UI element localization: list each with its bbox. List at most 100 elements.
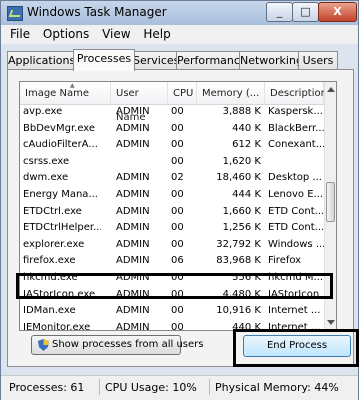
sort-arrow-icon: ▲ (70, 82, 75, 89)
row-user-name: ADMIN (116, 205, 150, 217)
row-user-name: ADMIN (116, 172, 150, 184)
table-row[interactable]: IDMan.exe ADMIN 00 10,916 K Internet ... (20, 304, 324, 321)
row-user-name: ADMIN (116, 139, 150, 151)
tab-processes[interactable]: Processes (73, 49, 135, 71)
row-memory: 1,620 K (222, 155, 261, 167)
window-title: Windows Task Manager (27, 5, 167, 19)
row-image-name: IDMan.exe (23, 305, 76, 317)
end-process-button[interactable]: End Process (243, 335, 351, 357)
row-cpu: 00 (171, 205, 184, 217)
table-row[interactable]: ETDCtrl.exe ADMIN 00 1,660 K ETD Cont... (20, 205, 324, 221)
status-bar: Processes: 61 CPU Usage: 10% Physical Me… (1, 375, 358, 400)
table-row[interactable]: cAudioFilterA... ADMIN 00 612 K Conexant... (20, 138, 324, 154)
menu-view[interactable]: View (102, 27, 130, 41)
column-description[interactable]: Description (265, 82, 327, 104)
row-description: Internet ... (268, 305, 321, 317)
scroll-down-icon[interactable] (327, 320, 335, 325)
column-memory[interactable]: Memory (... (197, 82, 265, 104)
row-image-name: csrss.exe (23, 155, 70, 167)
title-bar[interactable]: Windows Task Manager _ □ X (1, 1, 358, 25)
row-description: Kaspersk... (268, 106, 323, 117)
tab-users[interactable]: Users (298, 51, 338, 70)
table-row[interactable]: ETDCtrlHelper... ADMIN 00 1,256 K ETD Cont..… (20, 221, 324, 237)
table-row[interactable]: explorer.exe ADMIN 00 32,792 K Windows ... (20, 238, 324, 254)
row-cpu: 00 (171, 321, 184, 331)
column-header-row: ▲ Image Name User Name CPU Memory (... D… (20, 82, 327, 123)
menu-help[interactable]: Help (143, 27, 170, 41)
table-row[interactable]: BbDevMgr.exe ADMIN 00 440 K BlackBerr... (20, 122, 324, 138)
scroll-up-icon[interactable] (327, 87, 335, 92)
menu-options[interactable]: Options (43, 27, 89, 41)
uac-shield-icon (38, 339, 49, 351)
row-memory: 612 K (232, 139, 261, 151)
row-image-name: firefox.exe (23, 255, 76, 267)
show-all-processes-button[interactable]: Show processes from all users (31, 335, 203, 355)
close-button[interactable]: X (318, 2, 357, 22)
row-image-name: dwm.exe (23, 172, 69, 184)
column-image-name-label: Image Name (25, 88, 89, 99)
row-description: Conexant... (268, 139, 324, 151)
row-memory: 1,256 K (222, 222, 261, 234)
row-memory: 1,660 K (222, 205, 261, 217)
row-description: ETD Cont... (268, 222, 324, 234)
row-user-name: ADMIN (116, 222, 150, 234)
row-cpu: 00 (171, 238, 184, 250)
column-image-name[interactable]: ▲ Image Name (20, 82, 111, 104)
row-cpu: 00 (171, 222, 184, 234)
row-user-name: ADMIN (116, 106, 150, 117)
tab-performance[interactable]: Performance (176, 51, 247, 70)
row-user-name: ADMIN (116, 238, 150, 250)
highlight-box-idman (16, 273, 333, 299)
row-memory: 10,916 K (216, 305, 261, 317)
status-divider (99, 379, 100, 395)
status-processes: Processes: 61 (9, 381, 85, 394)
tab-networking[interactable]: Networking (239, 51, 303, 70)
row-image-name: cAudioFilterA... (23, 139, 98, 151)
row-cpu: 00 (171, 139, 184, 151)
tab-services[interactable]: Services (132, 51, 179, 70)
show-all-processes-label: Show processes from all users (52, 339, 204, 350)
scroll-thumb[interactable] (326, 182, 335, 222)
row-memory: 444 K (232, 189, 261, 200)
menu-file[interactable]: File (10, 27, 30, 41)
minimize-button[interactable]: _ (266, 2, 293, 22)
table-row[interactable]: Energy Mana... ADMIN 00 444 K Lenovo E... (20, 188, 324, 204)
task-manager-icon (7, 6, 23, 21)
column-user-name[interactable]: User Name (111, 82, 168, 123)
row-memory: 3,888 K (222, 106, 261, 117)
row-image-name: Energy Mana... (23, 189, 98, 200)
row-cpu: 00 (171, 305, 184, 317)
row-user-name: ADMIN (116, 321, 150, 331)
row-cpu: 00 (171, 189, 184, 200)
tab-applications[interactable]: Applications (7, 51, 76, 70)
table-row[interactable]: firefox.exe ADMIN 06 83,968 K Firefox (20, 254, 324, 270)
row-cpu: 06 (171, 255, 184, 267)
row-description: Firefox (268, 255, 302, 267)
row-user-name: ADMIN (116, 189, 150, 200)
row-description: ETD Cont... (268, 205, 324, 217)
row-memory: 18,460 K (216, 172, 261, 184)
row-description: Windows ... (268, 238, 324, 250)
row-memory: 32,792 K (216, 238, 261, 250)
row-user-name: ADMIN (116, 255, 150, 267)
table-row[interactable]: csrss.exe 00 1,620 K (20, 155, 324, 171)
maximize-button[interactable]: □ (292, 2, 319, 22)
status-divider (209, 379, 210, 395)
table-row[interactable]: dwm.exe ADMIN 02 18,460 K Desktop ... (20, 171, 324, 187)
status-physical-memory: Physical Memory: 44% (215, 381, 339, 394)
row-user-name: ADMIN (116, 305, 150, 317)
status-cpu-usage: CPU Usage: 10% (105, 381, 197, 394)
row-description: BlackBerr... (268, 122, 324, 134)
row-image-name: avp.exe (23, 106, 63, 117)
row-description: Lenovo E... (268, 189, 324, 200)
row-image-name: BbDevMgr.exe (23, 122, 96, 134)
row-image-name: ETDCtrl.exe (23, 205, 82, 217)
row-memory: 83,968 K (216, 255, 261, 267)
row-cpu: 00 (171, 122, 184, 134)
row-image-name: explorer.exe (23, 238, 85, 250)
column-cpu[interactable]: CPU (168, 82, 197, 104)
row-image-name: ETDCtrlHelper... (23, 222, 101, 234)
table-row[interactable]: avp.exe ADMIN 00 3,888 K Kaspersk... (20, 105, 324, 121)
row-cpu: 02 (171, 172, 184, 184)
task-manager-window: Windows Task Manager _ □ X File Options … (0, 0, 359, 400)
